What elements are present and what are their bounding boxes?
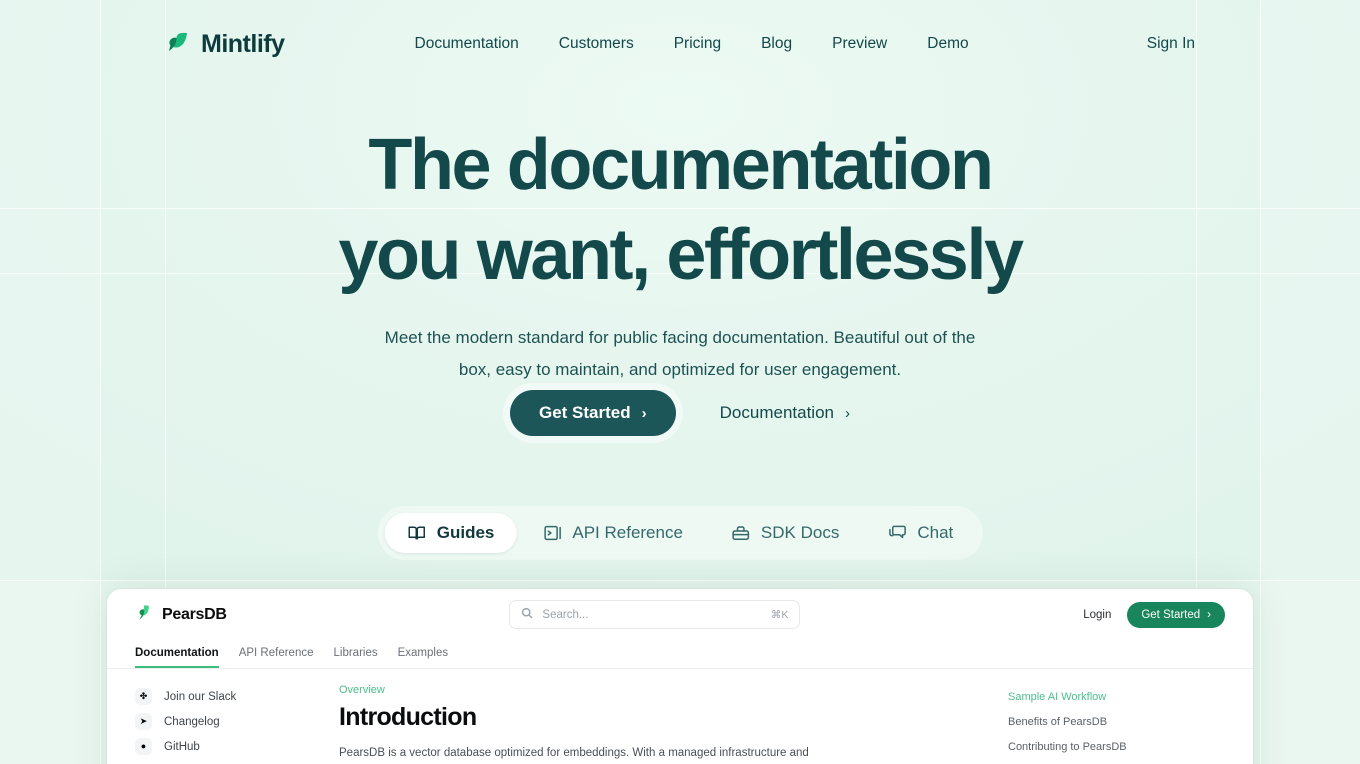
preview-tab-examples[interactable]: Examples bbox=[398, 647, 449, 668]
nav-link-demo[interactable]: Demo bbox=[927, 35, 968, 53]
preview-get-started-label: Get Started bbox=[1141, 608, 1201, 621]
preview-sidebar: ✤ Join our Slack ➤ Changelog ● GitHub bbox=[107, 684, 339, 763]
toc-item-benefits-of-pearsdb[interactable]: Benefits of PearsDB bbox=[1008, 709, 1243, 734]
preview-tab-libraries[interactable]: Libraries bbox=[334, 647, 378, 668]
search-input[interactable]: Search... ⌘K bbox=[509, 600, 801, 629]
preview-get-started-button[interactable]: Get Started › bbox=[1127, 601, 1225, 628]
book-open-icon bbox=[407, 523, 427, 543]
tab-guides[interactable]: Guides bbox=[384, 513, 517, 553]
chevron-right-icon: › bbox=[844, 404, 850, 422]
nav-links: Documentation Customers Pricing Blog Pre… bbox=[415, 35, 969, 53]
landing-page: Mintlify Documentation Customers Pricing… bbox=[0, 0, 1360, 764]
rocket-icon: ➤ bbox=[135, 713, 152, 730]
github-icon: ● bbox=[135, 738, 152, 755]
sidebar-item-github[interactable]: ● GitHub bbox=[135, 734, 339, 759]
toc-item-contributing-to-pearsdb[interactable]: Contributing to PearsDB bbox=[1008, 734, 1243, 759]
hero-section: The documentation you want, effortlessly… bbox=[0, 120, 1360, 386]
tab-chat[interactable]: Chat bbox=[865, 513, 975, 553]
cta-row: Get Started › Documentation › bbox=[0, 390, 1360, 436]
tab-api-reference[interactable]: API Reference bbox=[520, 513, 705, 553]
docs-preview-window: PearsDB Search... ⌘K Login Get Started › bbox=[107, 589, 1253, 764]
mintlify-leaf-icon bbox=[165, 29, 191, 60]
top-navigation-bar: Mintlify Documentation Customers Pricing… bbox=[0, 0, 1360, 88]
preview-paragraph: PearsDB is a vector database optimized f… bbox=[339, 746, 809, 759]
get-started-label: Get Started bbox=[539, 403, 631, 422]
nav-link-documentation[interactable]: Documentation bbox=[415, 35, 519, 53]
tab-chat-label: Chat bbox=[917, 523, 954, 542]
preview-top-bar: PearsDB Search... ⌘K Login Get Started › bbox=[107, 589, 1253, 640]
sidebar-item-changelog[interactable]: ➤ Changelog bbox=[135, 709, 339, 734]
preview-brand-logo[interactable]: PearsDB bbox=[135, 603, 227, 627]
chevron-right-icon: › bbox=[641, 404, 647, 422]
nav-link-preview[interactable]: Preview bbox=[832, 35, 887, 53]
breadcrumb: Overview bbox=[339, 684, 385, 696]
tab-sdk-docs[interactable]: SDK Docs bbox=[709, 513, 861, 553]
chevron-right-icon: › bbox=[1207, 608, 1211, 621]
preview-page-title: Introduction bbox=[339, 703, 477, 731]
sign-in-link[interactable]: Sign In bbox=[1147, 35, 1195, 53]
chat-bubbles-icon bbox=[887, 523, 907, 543]
page-title: The documentation you want, effortlessly bbox=[0, 120, 1360, 300]
nav-link-pricing[interactable]: Pricing bbox=[674, 35, 721, 53]
documentation-button[interactable]: Documentation › bbox=[720, 403, 850, 423]
preview-body: ✤ Join our Slack ➤ Changelog ● GitHub Ov… bbox=[107, 669, 1253, 763]
nav-link-blog[interactable]: Blog bbox=[761, 35, 792, 53]
search-icon bbox=[521, 606, 533, 624]
hero-title-line-1: The documentation bbox=[368, 125, 994, 205]
nav-right: Sign In bbox=[1147, 35, 1195, 53]
feature-tabs: Guides API Reference SDK Docs Chat bbox=[377, 506, 983, 560]
preview-brand-name: PearsDB bbox=[162, 605, 227, 623]
grid-line-horizontal bbox=[0, 580, 1360, 581]
preview-tab-documentation[interactable]: Documentation bbox=[135, 647, 219, 668]
hero-title-line-2: you want, effortlessly bbox=[338, 215, 1024, 295]
preview-tab-bar: Documentation API Reference Libraries Ex… bbox=[107, 640, 1253, 669]
hero-subtitle-line-1: Meet the modern standard for public faci… bbox=[384, 328, 947, 347]
slack-icon: ✤ bbox=[135, 688, 152, 705]
sidebar-item-label: Join our Slack bbox=[164, 690, 237, 703]
documentation-label: Documentation bbox=[719, 403, 834, 422]
preview-login-link[interactable]: Login bbox=[1083, 609, 1111, 621]
nav-link-customers[interactable]: Customers bbox=[559, 35, 634, 53]
preview-table-of-contents: Sample AI Workflow Benefits of PearsDB C… bbox=[1008, 684, 1253, 763]
sidebar-item-label: Changelog bbox=[164, 715, 220, 728]
toc-item-sample-ai-workflow[interactable]: Sample AI Workflow bbox=[1008, 684, 1243, 709]
tab-guides-label: Guides bbox=[436, 523, 495, 542]
terminal-icon bbox=[542, 523, 562, 543]
preview-tab-api-reference[interactable]: API Reference bbox=[239, 647, 314, 668]
tab-api-reference-label: API Reference bbox=[572, 523, 683, 542]
search-placeholder: Search... bbox=[542, 608, 589, 621]
sidebar-item-slack[interactable]: ✤ Join our Slack bbox=[135, 684, 339, 709]
pearsdb-leaf-icon bbox=[135, 603, 154, 627]
brand-name: Mintlify bbox=[201, 29, 285, 58]
toolbox-icon bbox=[731, 523, 751, 543]
search-shortcut: ⌘K bbox=[770, 608, 789, 621]
sidebar-item-label: GitHub bbox=[164, 740, 200, 753]
brand-logo[interactable]: Mintlify bbox=[165, 29, 285, 60]
preview-actions: Login Get Started › bbox=[1083, 601, 1225, 628]
preview-main-content: Overview Introduction PearsDB is a vecto… bbox=[339, 684, 1008, 763]
hero-subtitle: Meet the modern standard for public faci… bbox=[380, 322, 980, 386]
get-started-button[interactable]: Get Started › bbox=[510, 390, 676, 436]
tab-sdk-docs-label: SDK Docs bbox=[760, 523, 840, 542]
